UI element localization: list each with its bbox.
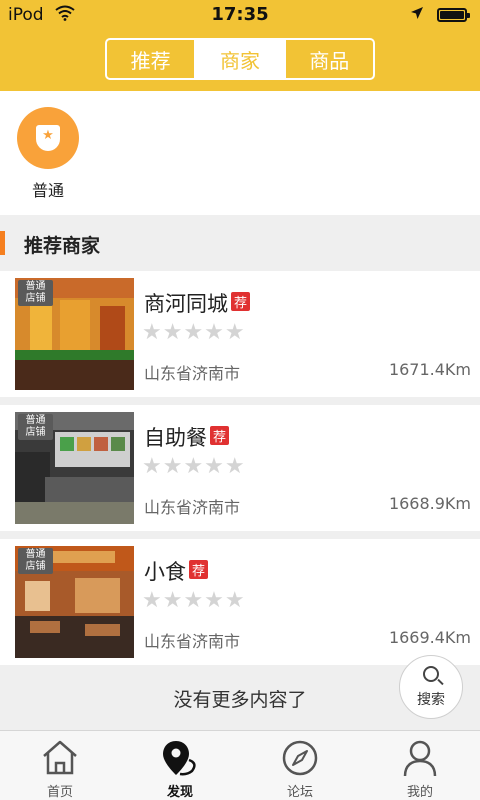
shop-city: 山东省济南市 xyxy=(144,632,241,651)
shop-name: 自助餐 xyxy=(144,426,207,450)
shop-name: 小食 xyxy=(144,560,186,584)
shop-name-row: 小食荐 xyxy=(144,556,209,586)
shop-card[interactable]: 普通 店铺 自助餐荐 ★★★★★ 山东省济南市 1668.9Km xyxy=(0,405,480,531)
category-panel: ★ 普通 xyxy=(0,91,480,215)
section-header: 推荐商家 xyxy=(0,219,480,269)
search-button-label: 搜索 xyxy=(417,692,445,708)
search-icon xyxy=(423,666,439,682)
recommend-badge: 荐 xyxy=(210,426,230,445)
section-accent-bar xyxy=(0,231,5,255)
shop-tag: 普通 店铺 xyxy=(18,548,53,574)
tab-merchants[interactable]: 商家 xyxy=(194,40,284,78)
shop-distance: 1671.4Km xyxy=(388,360,471,379)
star-rating: ★★★★★ xyxy=(142,320,246,345)
shop-image: 普通 店铺 xyxy=(15,278,134,390)
shield-star-icon: ★ xyxy=(17,107,79,169)
shop-card[interactable]: 普通 店铺 商河同城荐 ★★★★★ 山东省济南市 1671.4Km xyxy=(0,271,480,397)
category-label: 普通 xyxy=(31,181,64,200)
recommend-badge: 荐 xyxy=(231,292,251,311)
tab-label: 发现 xyxy=(166,785,193,800)
shop-name-row: 商河同城荐 xyxy=(144,288,251,318)
shop-tag: 普通 店铺 xyxy=(18,414,53,440)
battery-icon xyxy=(437,8,470,22)
header: iPod 17:35 推荐 商家 商品 xyxy=(0,0,480,91)
star-rating: ★★★★★ xyxy=(142,588,246,613)
shop-city: 山东省济南市 xyxy=(144,498,241,517)
shop-distance: 1668.9Km xyxy=(388,494,471,513)
shop-image: 普通 店铺 xyxy=(15,546,134,658)
category-item-normal[interactable]: ★ 普通 xyxy=(17,107,79,201)
tab-recommend[interactable]: 推荐 xyxy=(107,40,194,78)
segment-control: 推荐 商家 商品 xyxy=(105,38,375,80)
status-bar: iPod 17:35 xyxy=(0,0,480,30)
tab-label: 我的 xyxy=(406,785,433,800)
search-button[interactable]: 搜索 xyxy=(399,655,463,719)
location-pin-icon xyxy=(160,739,200,781)
shop-tag: 普通 店铺 xyxy=(18,280,53,306)
tab-mine[interactable]: 我的 xyxy=(360,731,480,800)
tab-products[interactable]: 商品 xyxy=(283,40,373,78)
clock: 17:35 xyxy=(211,4,269,25)
shop-card[interactable]: 普通 店铺 小食荐 ★★★★★ 山东省济南市 1669.4Km xyxy=(0,539,480,665)
star-rating: ★★★★★ xyxy=(142,454,246,479)
user-icon xyxy=(401,739,439,781)
tab-discover[interactable]: 发现 xyxy=(120,731,240,800)
tab-forum[interactable]: 论坛 xyxy=(240,731,360,800)
shop-city: 山东省济南市 xyxy=(144,364,241,383)
section-title: 推荐商家 xyxy=(24,235,101,257)
home-icon xyxy=(41,739,79,779)
bottom-tab-bar: 首页 发现 论坛 我的 xyxy=(0,730,480,800)
tab-home[interactable]: 首页 xyxy=(0,731,120,800)
shop-distance: 1669.4Km xyxy=(388,628,471,647)
tab-label: 首页 xyxy=(46,785,73,800)
shop-name: 商河同城 xyxy=(144,292,228,316)
shop-image: 普通 店铺 xyxy=(15,412,134,524)
tab-label: 论坛 xyxy=(286,785,313,800)
compass-icon xyxy=(281,739,319,781)
location-arrow-icon xyxy=(410,6,424,24)
recommend-badge: 荐 xyxy=(189,560,209,579)
shop-name-row: 自助餐荐 xyxy=(144,422,230,452)
